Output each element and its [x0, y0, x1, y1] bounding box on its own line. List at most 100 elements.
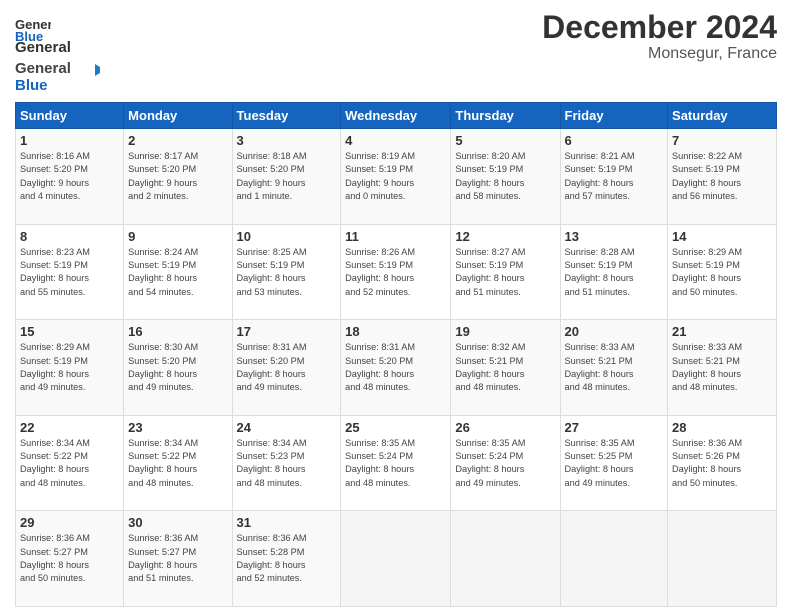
day-number: 29: [20, 515, 119, 530]
day-info: Sunrise: 8:25 AM Sunset: 5:19 PM Dayligh…: [237, 246, 337, 299]
page-header: General Blue General General Blue Decemb…: [15, 10, 777, 94]
day-number: 26: [455, 420, 555, 435]
day-info: Sunrise: 8:24 AM Sunset: 5:19 PM Dayligh…: [128, 246, 227, 299]
day-info: Sunrise: 8:34 AM Sunset: 5:23 PM Dayligh…: [237, 437, 337, 490]
calendar-cell: 8 Sunrise: 8:23 AM Sunset: 5:19 PM Daylig…: [16, 224, 124, 320]
day-info: Sunrise: 8:29 AM Sunset: 5:19 PM Dayligh…: [672, 246, 772, 299]
calendar-cell: 30 Sunrise: 8:36 AM Sunset: 5:27 PM Dayli…: [124, 511, 232, 607]
calendar-cell: 10 Sunrise: 8:25 AM Sunset: 5:19 PM Dayli…: [232, 224, 341, 320]
svg-text:Blue: Blue: [15, 77, 48, 94]
header-monday: Monday: [124, 103, 232, 129]
day-info: Sunrise: 8:33 AM Sunset: 5:21 PM Dayligh…: [672, 341, 772, 394]
calendar-week-row: 29 Sunrise: 8:36 AM Sunset: 5:27 PM Dayli…: [16, 511, 777, 607]
day-number: 14: [672, 229, 772, 244]
calendar-week-row: 8 Sunrise: 8:23 AM Sunset: 5:19 PM Daylig…: [16, 224, 777, 320]
day-info: Sunrise: 8:35 AM Sunset: 5:25 PM Dayligh…: [565, 437, 664, 490]
calendar-cell: [668, 511, 777, 607]
day-info: Sunrise: 8:23 AM Sunset: 5:19 PM Dayligh…: [20, 246, 119, 299]
day-number: 28: [672, 420, 772, 435]
day-number: 1: [20, 133, 119, 148]
calendar-cell: 17Sunrise: 8:31 AM Sunset: 5:20 PM Dayli…: [232, 320, 341, 416]
header-wednesday: Wednesday: [341, 103, 451, 129]
calendar-cell: 9 Sunrise: 8:24 AM Sunset: 5:19 PM Daylig…: [124, 224, 232, 320]
day-info: Sunrise: 8:27 AM Sunset: 5:19 PM Dayligh…: [455, 246, 555, 299]
day-info: Sunrise: 8:19 AM Sunset: 5:19 PM Dayligh…: [345, 150, 446, 203]
day-info: Sunrise: 8:17 AM Sunset: 5:20 PM Dayligh…: [128, 150, 227, 203]
day-info: Sunrise: 8:36 AM Sunset: 5:28 PM Dayligh…: [237, 532, 337, 585]
day-number: 3: [237, 133, 337, 148]
calendar-cell: 20Sunrise: 8:33 AM Sunset: 5:21 PM Dayli…: [560, 320, 668, 416]
day-number: 31: [237, 515, 337, 530]
calendar-cell: 7Sunrise: 8:22 AM Sunset: 5:19 PM Daylig…: [668, 129, 777, 225]
day-info: Sunrise: 8:35 AM Sunset: 5:24 PM Dayligh…: [455, 437, 555, 490]
day-number: 23: [128, 420, 227, 435]
calendar-header-row: Sunday Monday Tuesday Wednesday Thursday…: [16, 103, 777, 129]
day-info: Sunrise: 8:35 AM Sunset: 5:24 PM Dayligh…: [345, 437, 446, 490]
day-info: Sunrise: 8:36 AM Sunset: 5:27 PM Dayligh…: [128, 532, 227, 585]
month-title: December 2024: [542, 10, 777, 45]
day-number: 21: [672, 324, 772, 339]
day-info: Sunrise: 8:31 AM Sunset: 5:20 PM Dayligh…: [345, 341, 446, 394]
day-info: Sunrise: 8:16 AM Sunset: 5:20 PM Dayligh…: [20, 150, 119, 203]
day-number: 24: [237, 420, 337, 435]
calendar-cell: 29 Sunrise: 8:36 AM Sunset: 5:27 PM Dayli…: [16, 511, 124, 607]
header-saturday: Saturday: [668, 103, 777, 129]
day-info: Sunrise: 8:34 AM Sunset: 5:22 PM Dayligh…: [20, 437, 119, 490]
day-number: 15: [20, 324, 119, 339]
day-info: Sunrise: 8:33 AM Sunset: 5:21 PM Dayligh…: [565, 341, 664, 394]
calendar-cell: 19 Sunrise: 8:32 AM Sunset: 5:21 PM Dayli…: [451, 320, 560, 416]
day-info: Sunrise: 8:21 AM Sunset: 5:19 PM Dayligh…: [565, 150, 664, 203]
calendar-week-row: 1 Sunrise: 8:16 AM Sunset: 5:20 PM Daylig…: [16, 129, 777, 225]
day-info: Sunrise: 8:20 AM Sunset: 5:19 PM Dayligh…: [455, 150, 555, 203]
calendar-cell: 12 Sunrise: 8:27 AM Sunset: 5:19 PM Dayli…: [451, 224, 560, 320]
day-number: 17: [237, 324, 337, 339]
day-number: 22: [20, 420, 119, 435]
svg-text:General: General: [15, 60, 71, 77]
day-info: Sunrise: 8:36 AM Sunset: 5:26 PM Dayligh…: [672, 437, 772, 490]
calendar-table: Sunday Monday Tuesday Wednesday Thursday…: [15, 102, 777, 607]
calendar-cell: 11Sunrise: 8:26 AM Sunset: 5:19 PM Dayli…: [341, 224, 451, 320]
calendar-cell: 23 Sunrise: 8:34 AM Sunset: 5:22 PM Dayli…: [124, 415, 232, 511]
calendar-cell: 28 Sunrise: 8:36 AM Sunset: 5:26 PM Dayli…: [668, 415, 777, 511]
calendar-cell: 18 Sunrise: 8:31 AM Sunset: 5:20 PM Dayli…: [341, 320, 451, 416]
calendar-week-row: 15 Sunrise: 8:29 AM Sunset: 5:19 PM Dayli…: [16, 320, 777, 416]
day-number: 12: [455, 229, 555, 244]
header-friday: Friday: [560, 103, 668, 129]
calendar-week-row: 22 Sunrise: 8:34 AM Sunset: 5:22 PM Dayli…: [16, 415, 777, 511]
calendar-cell: 31 Sunrise: 8:36 AM Sunset: 5:28 PM Dayli…: [232, 511, 341, 607]
day-info: Sunrise: 8:36 AM Sunset: 5:27 PM Dayligh…: [20, 532, 119, 585]
day-number: 7: [672, 133, 772, 148]
day-info: Sunrise: 8:18 AM Sunset: 5:20 PM Dayligh…: [237, 150, 337, 203]
day-number: 27: [565, 420, 664, 435]
day-number: 6: [565, 133, 664, 148]
calendar-cell: 27 Sunrise: 8:35 AM Sunset: 5:25 PM Dayli…: [560, 415, 668, 511]
calendar-cell: 22 Sunrise: 8:34 AM Sunset: 5:22 PM Dayli…: [16, 415, 124, 511]
day-number: 8: [20, 229, 119, 244]
calendar-cell: 4 Sunrise: 8:19 AM Sunset: 5:19 PM Daylig…: [341, 129, 451, 225]
day-number: 13: [565, 229, 664, 244]
logo: General Blue General General Blue: [15, 15, 100, 94]
header-thursday: Thursday: [451, 103, 560, 129]
calendar-cell: 14 Sunrise: 8:29 AM Sunset: 5:19 PM Dayli…: [668, 224, 777, 320]
day-info: Sunrise: 8:32 AM Sunset: 5:21 PM Dayligh…: [455, 341, 555, 394]
calendar: Sunday Monday Tuesday Wednesday Thursday…: [15, 102, 777, 607]
calendar-cell: 13Sunrise: 8:28 AM Sunset: 5:19 PM Dayli…: [560, 224, 668, 320]
day-number: 10: [237, 229, 337, 244]
calendar-cell: 25Sunrise: 8:35 AM Sunset: 5:24 PM Dayli…: [341, 415, 451, 511]
calendar-cell: 5Sunrise: 8:20 AM Sunset: 5:19 PM Daylig…: [451, 129, 560, 225]
day-number: 18: [345, 324, 446, 339]
calendar-cell: [341, 511, 451, 607]
day-number: 30: [128, 515, 227, 530]
day-info: Sunrise: 8:29 AM Sunset: 5:19 PM Dayligh…: [20, 341, 119, 394]
day-number: 9: [128, 229, 227, 244]
calendar-cell: 15 Sunrise: 8:29 AM Sunset: 5:19 PM Dayli…: [16, 320, 124, 416]
day-number: 4: [345, 133, 446, 148]
day-number: 2: [128, 133, 227, 148]
day-info: Sunrise: 8:34 AM Sunset: 5:22 PM Dayligh…: [128, 437, 227, 490]
day-number: 16: [128, 324, 227, 339]
logo-full-icon: General Blue: [15, 56, 100, 94]
header-tuesday: Tuesday: [232, 103, 341, 129]
calendar-cell: 21 Sunrise: 8:33 AM Sunset: 5:21 PM Dayli…: [668, 320, 777, 416]
calendar-cell: 16Sunrise: 8:30 AM Sunset: 5:20 PM Dayli…: [124, 320, 232, 416]
day-number: 19: [455, 324, 555, 339]
